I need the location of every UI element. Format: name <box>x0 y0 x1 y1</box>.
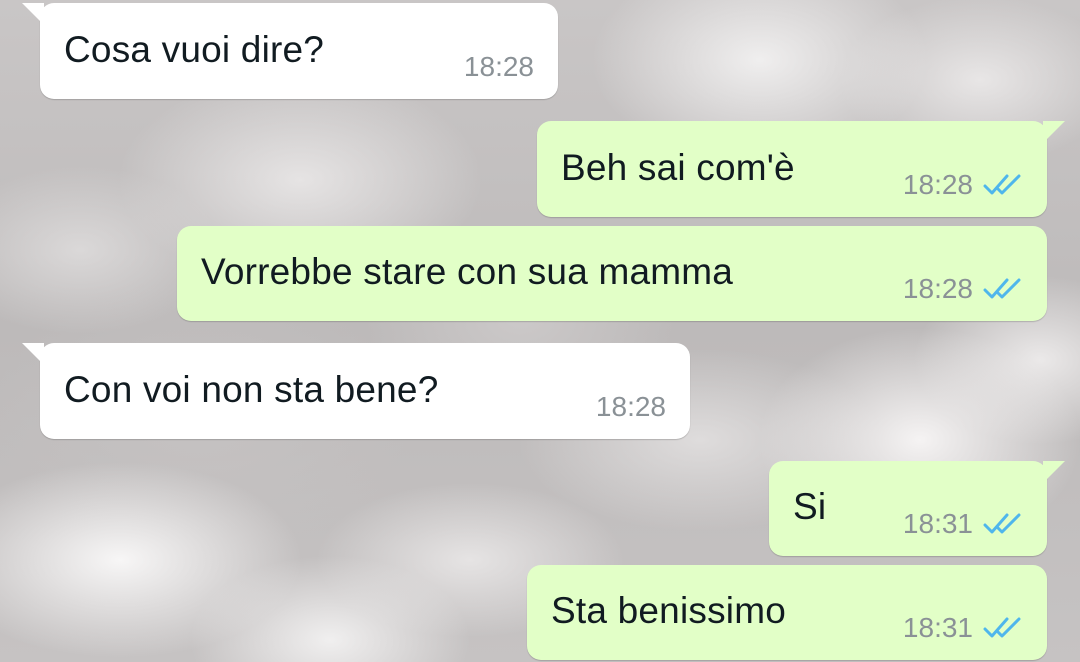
message-text: Beh sai com'è <box>561 147 795 188</box>
double-check-icon <box>983 172 1023 198</box>
message-text: Vorrebbe stare con sua mamma <box>201 251 734 292</box>
message-bubble-outgoing[interactable]: Vorrebbe stare con sua mamma 18:28 <box>177 226 1047 321</box>
message-meta: 18:28 <box>464 51 534 83</box>
chat-wallpaper <box>0 0 1080 662</box>
bubble-tail <box>22 3 44 25</box>
bubble-tail <box>1043 461 1065 483</box>
message-bubble-incoming[interactable]: Con voi non sta bene? 18:28 <box>22 343 690 439</box>
message-meta: 18:31 <box>903 508 1023 540</box>
message-text: Con voi non sta bene? <box>64 369 439 410</box>
message-meta: 18:28 <box>903 273 1023 305</box>
message-meta: 18:28 <box>903 169 1023 201</box>
bubble-tail <box>22 343 44 365</box>
message-text: Sta benissimo <box>551 590 786 631</box>
message-time: 18:28 <box>463 51 534 82</box>
message-time: 18:28 <box>595 391 666 422</box>
double-check-icon <box>983 615 1023 641</box>
message-bubble-outgoing[interactable]: Si 18:31 <box>769 461 1065 556</box>
message-bubble-outgoing[interactable]: Beh sai com'è 18:28 <box>537 121 1065 217</box>
message-text: Si <box>793 486 827 527</box>
message-bubble-incoming[interactable]: Cosa vuoi dire? 18:28 <box>22 3 558 99</box>
double-check-icon <box>983 276 1023 302</box>
message-time: 18:28 <box>902 169 973 200</box>
message-text: Cosa vuoi dire? <box>64 29 325 70</box>
message-meta: 18:28 <box>596 391 666 423</box>
message-meta: 18:31 <box>903 612 1023 644</box>
message-time: 18:28 <box>902 273 973 304</box>
double-check-icon <box>983 511 1023 537</box>
message-bubble-outgoing[interactable]: Sta benissimo 18:31 <box>527 565 1047 660</box>
message-time: 18:31 <box>902 508 973 539</box>
message-time: 18:31 <box>902 612 973 643</box>
bubble-tail <box>1043 121 1065 143</box>
